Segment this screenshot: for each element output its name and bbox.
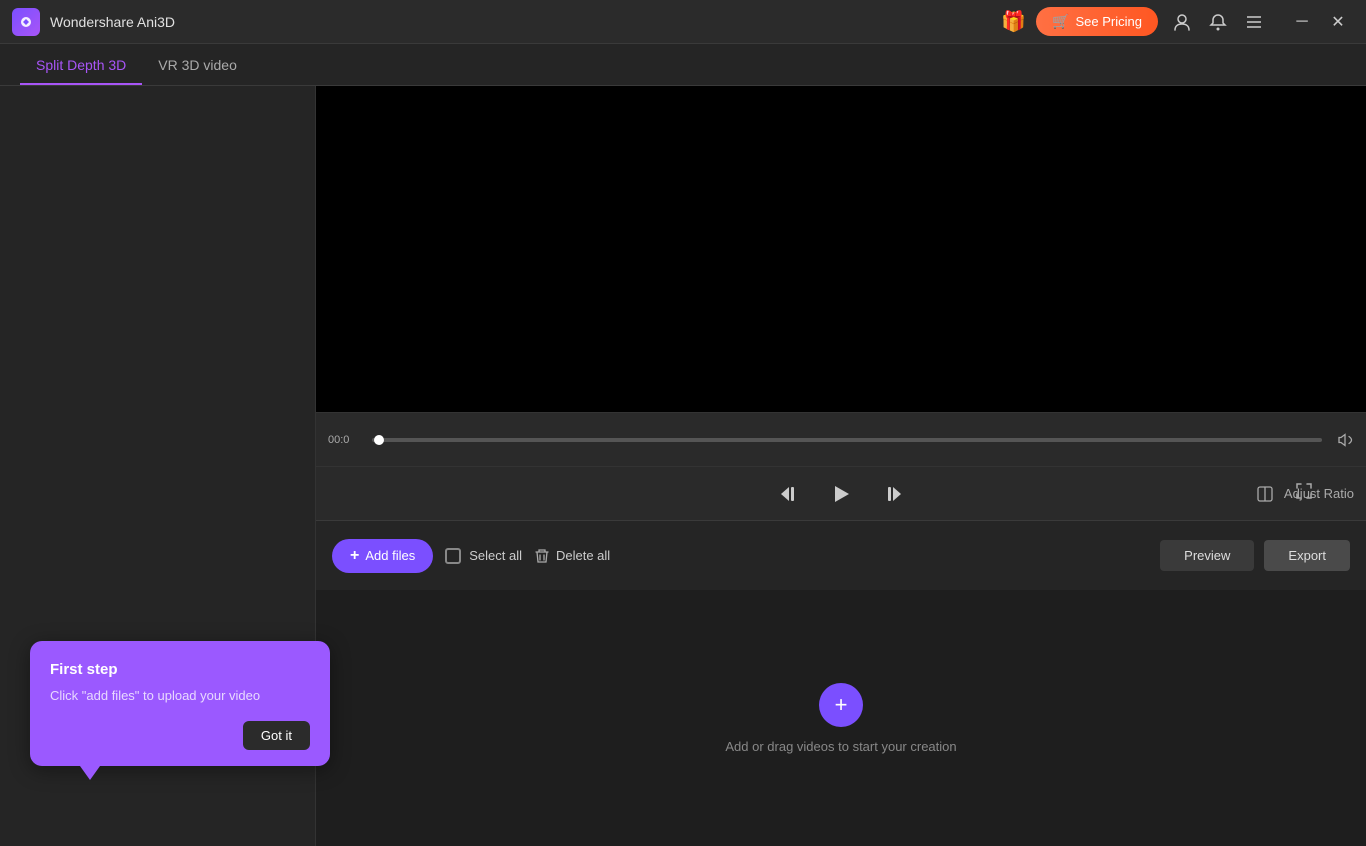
menu-icon-button[interactable]	[1240, 8, 1268, 36]
drop-zone-text: Add or drag videos to start your creatio…	[725, 739, 956, 754]
delete-all-area[interactable]: Delete all	[534, 548, 610, 564]
title-bar-right: 🎁 🛒 See Pricing	[1001, 6, 1354, 38]
adjust-ratio-icon	[1256, 485, 1274, 503]
file-bar: + Add files Select all Delete all Previe…	[316, 520, 1366, 590]
skip-back-button[interactable]	[773, 478, 805, 510]
app-title: Wondershare Ani3D	[50, 14, 175, 30]
close-button[interactable]: ✕	[1322, 6, 1354, 38]
add-files-plus-icon: +	[350, 547, 359, 565]
select-all-checkbox[interactable]	[445, 548, 461, 564]
preview-button[interactable]: Preview	[1160, 540, 1254, 571]
popup-description: Click "add files" to upload your video	[50, 686, 310, 706]
title-bar: Wondershare Ani3D 🎁 🛒 See Pricing	[0, 0, 1366, 44]
window-controls: ─ ✕	[1286, 6, 1354, 38]
add-files-button[interactable]: + Add files	[332, 539, 433, 573]
scrubber-thumb[interactable]	[374, 435, 384, 445]
minimize-button[interactable]: ─	[1286, 6, 1318, 38]
main-content: First step Click "add files" to upload y…	[0, 86, 1366, 846]
popup-title: First step	[50, 661, 310, 678]
see-pricing-label: See Pricing	[1076, 14, 1142, 29]
title-bar-left: Wondershare Ani3D	[12, 8, 175, 36]
user-icon-button[interactable]	[1168, 8, 1196, 36]
timeline-bar: 00:0	[316, 412, 1366, 466]
gift-button[interactable]: 🎁	[1001, 9, 1026, 34]
drop-zone[interactable]: + Add or drag videos to start your creat…	[316, 590, 1366, 846]
scrubber-track[interactable]	[372, 438, 1322, 442]
file-bar-right: Preview Export	[1160, 540, 1350, 571]
title-icons	[1168, 8, 1268, 36]
play-button[interactable]	[825, 478, 857, 510]
tab-vr-3d-video[interactable]: VR 3D video	[142, 47, 253, 85]
video-player	[316, 86, 1366, 412]
got-it-button[interactable]: Got it	[243, 721, 310, 750]
right-main: 00:0	[316, 86, 1366, 846]
drop-plus-symbol: +	[835, 692, 848, 718]
first-step-popup: First step Click "add files" to upload y…	[30, 641, 330, 767]
see-pricing-button[interactable]: 🛒 See Pricing	[1036, 7, 1158, 36]
bottom-panel: + Add files Select all Delete all Previe…	[316, 520, 1366, 846]
volume-icon	[1336, 431, 1354, 449]
controls-bar: Adjust Ratio	[316, 466, 1366, 520]
delete-all-label: Delete all	[556, 548, 610, 563]
left-panel: First step Click "add files" to upload y…	[0, 86, 315, 846]
export-button[interactable]: Export	[1264, 540, 1350, 571]
bell-icon-button[interactable]	[1204, 8, 1232, 36]
drop-plus-icon[interactable]: +	[819, 683, 863, 727]
skip-forward-button[interactable]	[877, 478, 909, 510]
fullscreen-button[interactable]	[1294, 481, 1314, 506]
select-all-area[interactable]: Select all	[445, 548, 522, 564]
app-logo	[12, 8, 40, 36]
trash-icon	[534, 548, 550, 564]
select-all-label: Select all	[469, 548, 522, 563]
tab-split-depth-3d[interactable]: Split Depth 3D	[20, 47, 142, 85]
cart-icon: 🛒	[1052, 13, 1069, 30]
timeline-time-start: 00:0	[328, 434, 364, 446]
tab-bar: Split Depth 3D VR 3D video	[0, 44, 1366, 86]
add-files-label: Add files	[365, 548, 415, 563]
